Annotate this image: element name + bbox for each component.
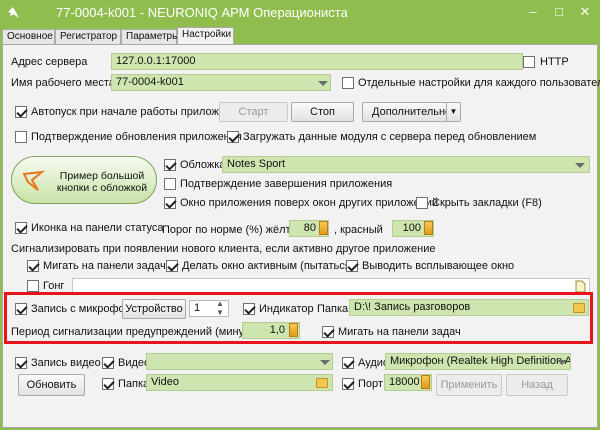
popup-window-checkbox[interactable]	[346, 260, 358, 272]
close-button[interactable]: ✕	[572, 2, 598, 22]
server-address-label: Адрес сервера	[11, 56, 88, 68]
title-bar: 77-0004-k001 - NEURONIQ АРМ Операционист…	[0, 0, 600, 27]
on-top-label: Окно приложения поверх окон других прило…	[180, 197, 439, 209]
activate-window-checkbox[interactable]	[166, 260, 178, 272]
tab-recorder[interactable]: Регистратор	[55, 29, 121, 44]
spin-icon[interactable]	[424, 221, 433, 235]
warning-period-label: Период сигнализации предупреждений (мину…	[11, 326, 261, 338]
video-folder-input[interactable]: Video	[146, 374, 333, 391]
chevron-down-icon[interactable]: ▼	[446, 102, 461, 122]
per-user-settings-label: Отдельные настройки для каждого пользова…	[358, 77, 600, 89]
http-checkbox[interactable]	[523, 56, 535, 68]
spin-arrows-icon[interactable]: ▲ ▼	[216, 299, 224, 317]
indicator-checkbox[interactable]	[243, 303, 255, 315]
gong-checkbox[interactable]	[27, 280, 39, 292]
mic-record-label: Запись с микрофона	[31, 303, 137, 315]
workplace-name-label: Имя рабочего места	[11, 77, 115, 89]
mic-record-checkbox[interactable]	[15, 303, 27, 315]
activate-window-label: Делать окно активным (пытаться)	[182, 260, 355, 272]
tab-parameters[interactable]: Параметры	[121, 29, 179, 44]
window-title: 77-0004-k001 - NEURONIQ АРМ Операционист…	[56, 5, 348, 20]
load-module-label: Загружать данные модуля с сервера перед …	[243, 131, 537, 143]
chevron-down-icon[interactable]	[318, 81, 328, 86]
confirm-exit-checkbox[interactable]	[164, 178, 176, 190]
chevron-down-icon[interactable]	[575, 163, 585, 168]
folder-icon[interactable]	[316, 378, 328, 388]
confirm-update-label: Подтверждение обновления приложения	[31, 131, 242, 143]
video-folder-checkbox[interactable]	[102, 378, 114, 390]
app-window: 77-0004-k001 - NEURONIQ АРМ Операционист…	[0, 0, 600, 430]
big-button-line1: Пример большой	[59, 170, 145, 182]
tab-bar: Основное Регистратор Параметры Настройки	[2, 27, 598, 44]
per-user-settings-checkbox[interactable]	[342, 77, 354, 89]
http-label: HTTP	[540, 56, 569, 68]
hide-tabs-label: Скрыть закладки (F8)	[432, 197, 542, 209]
warn-blink-taskbar-label: Мигать на панели задач	[338, 326, 461, 338]
tab-settings[interactable]: Настройки	[177, 27, 234, 44]
autostart-label: Автопуск при начале работы приложения	[31, 106, 244, 118]
video-record-checkbox[interactable]	[15, 357, 27, 369]
tray-icon-checkbox[interactable]	[15, 222, 27, 234]
confirm-exit-label: Подтверждение завершения приложения	[180, 178, 393, 190]
video-checkbox[interactable]	[102, 357, 114, 369]
chevron-down-icon[interactable]	[557, 360, 567, 365]
start-button[interactable]: Старт	[219, 102, 288, 122]
on-top-checkbox[interactable]	[164, 197, 176, 209]
refresh-button[interactable]: Обновить	[18, 374, 85, 396]
mic-folder-input[interactable]: D:\! Запись разговоров	[349, 299, 589, 316]
device-button[interactable]: Устройство	[122, 299, 186, 319]
video-record-label: Запись видео	[31, 357, 101, 369]
load-module-checkbox[interactable]	[227, 131, 239, 143]
port-label: Порт	[358, 378, 383, 390]
chevron-down-icon[interactable]	[320, 360, 330, 365]
autostart-checkbox[interactable]	[15, 106, 27, 118]
minimize-button[interactable]: –	[520, 2, 546, 22]
video-device-select[interactable]	[146, 353, 333, 370]
spin-icon[interactable]	[421, 375, 430, 389]
audio-checkbox[interactable]	[342, 357, 354, 369]
server-address-input[interactable]: 127.0.0.1:17000	[111, 53, 523, 70]
blink-taskbar-checkbox[interactable]	[27, 260, 39, 272]
popup-window-label: Выводить всплывающее окно	[362, 260, 515, 272]
apply-button[interactable]: Применить	[436, 374, 502, 396]
red-threshold-label: , красный	[334, 224, 383, 236]
spin-icon[interactable]	[289, 323, 298, 337]
threshold-yellow-label: Порог по норме (%) жёлтый	[162, 224, 305, 236]
more-dropdown-button[interactable]: Дополнительно	[362, 102, 451, 122]
confirm-update-checkbox[interactable]	[15, 131, 27, 143]
skin-select[interactable]: Notes Sport	[222, 156, 590, 173]
stop-button[interactable]: Стоп	[291, 102, 354, 122]
spin-icon[interactable]	[319, 221, 328, 235]
app-logo-icon	[8, 7, 19, 18]
tab-main[interactable]: Основное	[2, 29, 55, 44]
video-folder-label: Папка	[118, 378, 150, 390]
logo-icon	[22, 170, 46, 191]
signal-heading: Сигнализировать при появлении нового кли…	[11, 243, 436, 255]
tray-icon-label: Иконка на панели статуса	[31, 222, 164, 234]
port-checkbox[interactable]	[342, 378, 354, 390]
big-button-line2: кнопки с обложкой	[56, 182, 148, 194]
blink-taskbar-label: Мигать на панели задач	[43, 260, 166, 272]
back-button[interactable]: Назад	[506, 374, 568, 396]
folder-icon[interactable]	[573, 303, 585, 313]
skin-label: Обложка	[180, 159, 226, 171]
hide-tabs-checkbox[interactable]	[416, 197, 428, 209]
audio-device-select[interactable]: Микрофон (Realtek High Definition Audio)	[385, 353, 571, 370]
indicator-label: Индикатор	[259, 303, 314, 315]
maximize-button[interactable]: □	[546, 2, 572, 22]
workplace-name-select[interactable]: 77-0004-k001	[111, 74, 331, 91]
gong-label: Гонг	[43, 280, 65, 292]
mic-folder-label: Папка	[317, 303, 349, 315]
warn-blink-taskbar-checkbox[interactable]	[322, 326, 334, 338]
skin-checkbox[interactable]	[164, 159, 176, 171]
big-skin-button[interactable]: Пример большой кнопки с обложкой	[11, 156, 157, 204]
